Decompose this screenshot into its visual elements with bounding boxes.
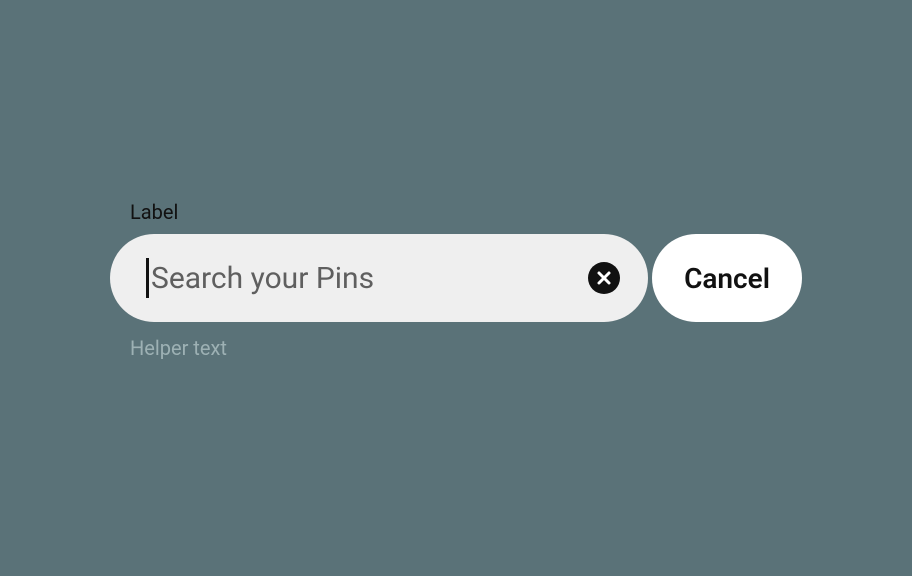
search-input[interactable]: Search your Pins (110, 234, 648, 322)
text-caret (146, 258, 149, 298)
search-helper-text: Helper text (130, 336, 802, 360)
close-icon (596, 270, 612, 286)
search-row: Search your Pins Cancel (110, 234, 802, 322)
cancel-button[interactable]: Cancel (652, 234, 802, 322)
search-component: Label Search your Pins Cancel Helper tex… (110, 200, 802, 360)
cancel-button-label: Cancel (684, 262, 770, 295)
search-label: Label (130, 200, 802, 224)
clear-button[interactable] (588, 262, 620, 294)
search-placeholder: Search your Pins (151, 261, 588, 296)
